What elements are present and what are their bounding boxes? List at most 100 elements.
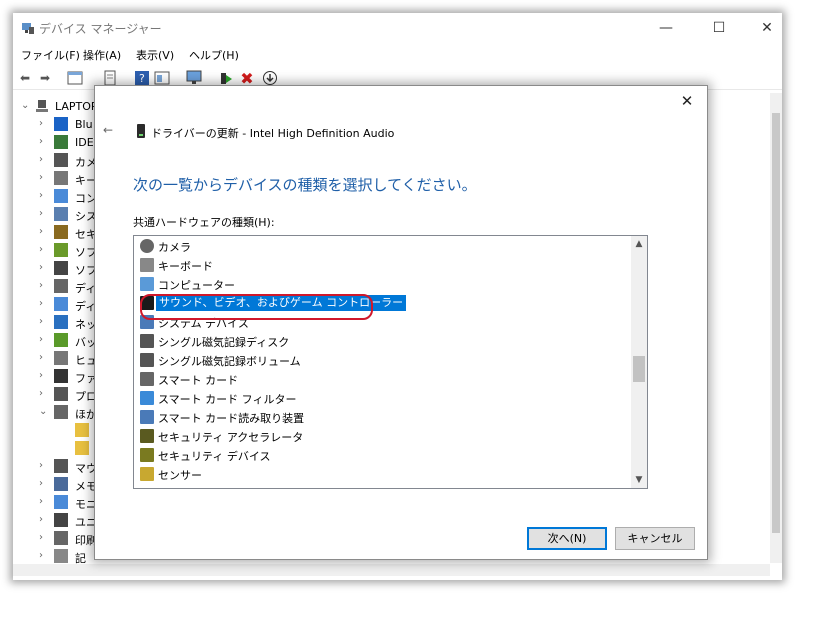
next-button[interactable]: 次へ(N) (527, 527, 607, 550)
collapse-arrow-icon[interactable]: ⌄ (39, 406, 47, 417)
tree-item[interactable]: › メモ (13, 476, 103, 494)
list-item[interactable]: スマート カード フィルター (140, 389, 620, 408)
menu-help[interactable]: ヘルプ(H) (189, 47, 239, 63)
listbox-scroll-thumb[interactable] (633, 356, 645, 382)
dialog-close-button[interactable]: ✕ (675, 92, 699, 112)
tree-item[interactable]: › 印刷 (13, 530, 103, 548)
list-item[interactable]: センサー (140, 465, 620, 484)
list-item[interactable]: シングル磁気記録ディスク (140, 332, 620, 351)
expand-arrow-icon[interactable]: › (39, 136, 43, 147)
back-arrow-icon[interactable]: ⬅ (16, 69, 34, 87)
expand-arrow-icon[interactable]: › (39, 208, 43, 219)
device-category-icon (54, 477, 68, 491)
list-item[interactable]: カメラ (140, 237, 620, 256)
tree-item[interactable] (13, 422, 103, 440)
expand-arrow-icon[interactable]: › (39, 496, 43, 507)
expand-arrow-icon[interactable]: › (39, 172, 43, 183)
expand-arrow-icon[interactable]: › (39, 550, 43, 561)
device-category-icon (54, 261, 68, 275)
tree-item[interactable]: ⌄ ほか (13, 404, 103, 422)
tree-item[interactable]: › セキ (13, 224, 103, 242)
tree-item[interactable]: › カメ (13, 152, 103, 170)
expand-arrow-icon[interactable]: › (39, 316, 43, 327)
tree-item[interactable]: › ディ (13, 296, 103, 314)
list-item[interactable]: セキュリティ アクセラレータ (140, 427, 620, 446)
close-button[interactable]: ✕ (744, 13, 782, 43)
expand-arrow-icon[interactable]: › (39, 118, 43, 129)
list-item[interactable]: キーボード (140, 256, 620, 275)
security-accelerator-icon (140, 429, 154, 443)
collapse-arrow-icon[interactable]: ⌄ (21, 100, 29, 111)
menu-action[interactable]: 操作(A) (83, 47, 121, 63)
expand-arrow-icon[interactable]: › (39, 226, 43, 237)
device-tree: ⌄ LAPTOP › Blu › IDE › カメ › キー › コン › シス › セキ › ソフ › ソフ › デ… (13, 93, 103, 565)
expand-arrow-icon[interactable]: › (39, 370, 43, 381)
expand-arrow-icon[interactable]: › (39, 388, 43, 399)
list-item[interactable]: スマート カード (140, 370, 620, 389)
tree-item[interactable] (13, 440, 103, 458)
update-driver-dialog: ✕ ← ドライバーの更新 - Intel High Definition Aud… (94, 85, 708, 560)
expand-arrow-icon[interactable]: › (39, 262, 43, 273)
device-category-icon (54, 225, 68, 239)
scroll-down-icon[interactable]: ▼ (631, 472, 647, 488)
device-category-icon (54, 549, 68, 563)
tree-item[interactable]: › キー (13, 170, 103, 188)
maximize-button[interactable]: ☐ (696, 13, 742, 43)
menu-file[interactable]: ファイル(F) (21, 47, 80, 63)
device-category-icon (54, 171, 68, 185)
tree-root[interactable]: ⌄ LAPTOP (13, 98, 103, 116)
expand-arrow-icon[interactable]: › (39, 514, 43, 525)
device-category-icon (54, 387, 68, 401)
list-item[interactable]: シングル磁気記録ボリューム (140, 351, 620, 370)
tree-item[interactable]: › モニ (13, 494, 103, 512)
main-horizontal-scrollbar[interactable] (13, 564, 770, 576)
tree-item[interactable]: › ソフ (13, 260, 103, 278)
list-item-label: キーボード (158, 260, 213, 273)
device-category-icon (54, 189, 68, 203)
expand-arrow-icon[interactable]: › (39, 280, 43, 291)
expand-arrow-icon[interactable]: › (39, 190, 43, 201)
scroll-up-icon[interactable]: ▲ (631, 236, 647, 252)
tree-item[interactable]: › IDE (13, 134, 103, 152)
main-vertical-scrollbar[interactable] (770, 93, 782, 563)
device-category-icon (54, 531, 68, 545)
device-category-icon (54, 369, 68, 383)
tree-item[interactable]: › コン (13, 188, 103, 206)
tree-item[interactable]: › ユニ (13, 512, 103, 530)
list-item[interactable]: スマート カード読み取り装置 (140, 408, 620, 427)
menu-view[interactable]: 表示(V) (136, 47, 174, 63)
tree-item[interactable]: › ネッ (13, 314, 103, 332)
list-item[interactable]: コンピューター (140, 275, 620, 294)
expand-arrow-icon[interactable]: › (39, 154, 43, 165)
selection-highlight-annotation (140, 294, 373, 320)
expand-arrow-icon[interactable]: › (39, 334, 43, 345)
expand-arrow-icon[interactable]: › (39, 532, 43, 543)
tree-item[interactable]: › マウ (13, 458, 103, 476)
device-category-icon (54, 315, 68, 329)
expand-arrow-icon[interactable]: › (39, 244, 43, 255)
forward-arrow-icon[interactable]: ➡ (36, 69, 54, 87)
listbox-scrollbar[interactable]: ▲ ▼ (631, 236, 647, 488)
expand-arrow-icon[interactable]: › (39, 298, 43, 309)
dialog-back-button[interactable]: ← (103, 123, 113, 137)
smart-card-icon (140, 372, 154, 386)
expand-arrow-icon[interactable]: › (39, 460, 43, 471)
tree-item[interactable]: › バッ (13, 332, 103, 350)
tree-item[interactable]: › ファ (13, 368, 103, 386)
tree-item[interactable]: › プロ (13, 386, 103, 404)
list-item[interactable]: セキュリティ デバイス (140, 446, 620, 465)
list-item-label: コンピューター (158, 279, 235, 292)
tree-item[interactable]: › ソフ (13, 242, 103, 260)
tree-item[interactable]: › ディ (13, 278, 103, 296)
expand-arrow-icon[interactable]: › (39, 478, 43, 489)
minimize-button[interactable]: — (643, 13, 689, 43)
properties-icon[interactable] (66, 69, 84, 87)
expand-arrow-icon[interactable]: › (39, 352, 43, 363)
device-category-icon (54, 405, 68, 419)
list-item-label: セキュリティ アクセラレータ (158, 431, 304, 444)
cancel-button[interactable]: キャンセル (615, 527, 695, 550)
tree-item[interactable]: › Blu (13, 116, 103, 134)
hardware-type-listbox[interactable]: カメラ キーボード コンピューター サウンド、ビデオ、およびゲーム コントローラー シス… (133, 235, 648, 489)
tree-item[interactable]: › シス (13, 206, 103, 224)
tree-item[interactable]: › ヒュ (13, 350, 103, 368)
